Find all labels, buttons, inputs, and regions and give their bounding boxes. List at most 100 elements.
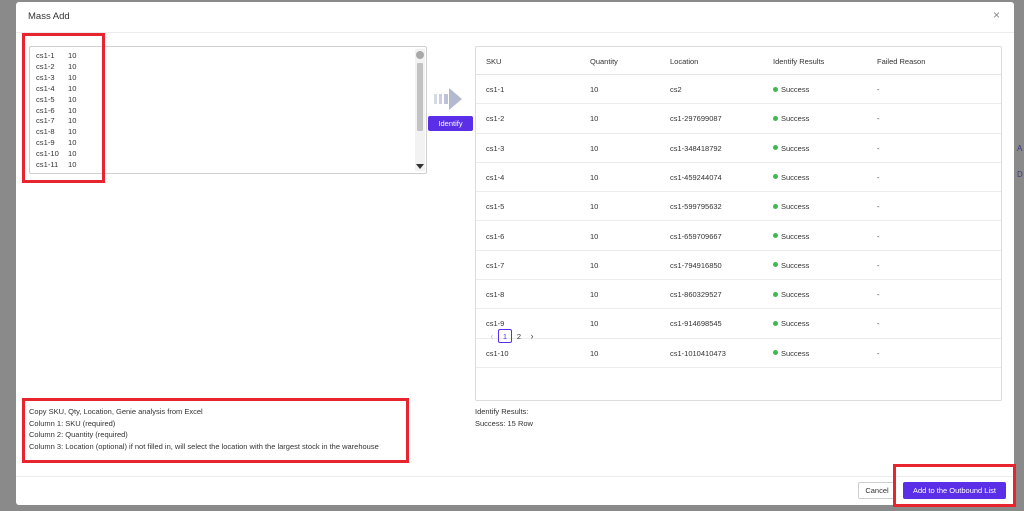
cancel-button[interactable]: Cancel bbox=[858, 482, 896, 499]
table-row: cs1-6 10 cs1-659709667 Success - bbox=[476, 222, 1001, 251]
cell-failed-reason: - bbox=[877, 319, 880, 329]
cell-identify-result: Success bbox=[773, 349, 809, 358]
cell-sku: cs1-10 bbox=[486, 348, 509, 358]
cell-failed-reason: - bbox=[877, 85, 880, 94]
header-divider bbox=[16, 32, 1014, 33]
cell-sku: cs1-8 bbox=[486, 290, 505, 300]
cell-identify-result: Success bbox=[773, 202, 809, 211]
next-page-icon[interactable]: › bbox=[526, 331, 538, 341]
success-dot-icon bbox=[773, 291, 778, 297]
cell-identify-result: Success bbox=[773, 114, 809, 123]
table-row: cs1-3 10 cs1-348418792 Success - bbox=[476, 134, 1001, 163]
cell-location: cs1-860329527 bbox=[670, 290, 722, 300]
results-summary-label: Identify Results: bbox=[475, 407, 529, 416]
cell-failed-reason: - bbox=[877, 290, 880, 300]
result-text: Success bbox=[781, 290, 810, 300]
cell-identify-result: Success bbox=[773, 173, 809, 182]
cell-quantity: 10 bbox=[590, 260, 599, 270]
success-dot-icon bbox=[773, 174, 778, 180]
cell-identify-result: Success bbox=[773, 319, 809, 328]
result-text: Success bbox=[781, 319, 810, 329]
table-row: cs1-2 10 cs1-297699087 Success - bbox=[476, 104, 1001, 134]
result-text: Success bbox=[781, 114, 810, 124]
page-number[interactable]: 2 bbox=[512, 329, 526, 343]
cell-quantity: 10 bbox=[590, 231, 599, 241]
result-text: Success bbox=[781, 260, 810, 270]
cell-failed-reason: - bbox=[877, 114, 880, 124]
cell-sku: cs1-9 bbox=[486, 319, 505, 329]
highlight-box-add-button bbox=[893, 464, 1016, 507]
cell-sku: cs1-7 bbox=[486, 260, 505, 270]
success-dot-icon bbox=[773, 86, 778, 92]
cell-quantity: 10 bbox=[590, 319, 599, 329]
cell-quantity: 10 bbox=[590, 143, 599, 153]
cell-sku: cs1-1 bbox=[486, 85, 505, 94]
scroll-thumb[interactable] bbox=[417, 63, 423, 131]
column-header-quantity: Quantity bbox=[590, 57, 618, 66]
cell-failed-reason: - bbox=[877, 260, 880, 270]
result-text: Success bbox=[781, 143, 810, 153]
cell-location: cs1-348418792 bbox=[670, 143, 722, 153]
success-dot-icon bbox=[773, 262, 778, 268]
cell-sku: cs1-6 bbox=[486, 231, 505, 241]
table-row: cs1-5 10 cs1-599795632 Success - bbox=[476, 192, 1001, 222]
cell-identify-result: Success bbox=[773, 261, 809, 270]
cell-location: cs1-459244074 bbox=[670, 172, 722, 182]
table-header: SKU Quantity Location Identify Results F… bbox=[476, 47, 1001, 75]
modal-title: Mass Add bbox=[28, 11, 70, 22]
cell-failed-reason: - bbox=[877, 348, 880, 358]
cell-location: cs1-297699087 bbox=[670, 114, 722, 124]
result-text: Success bbox=[781, 85, 810, 94]
results-summary-success: Success: 15 Row bbox=[475, 418, 533, 428]
cell-quantity: 10 bbox=[590, 202, 599, 212]
close-icon[interactable]: × bbox=[993, 9, 1000, 21]
success-dot-icon bbox=[773, 320, 778, 326]
arrow-right-icon bbox=[434, 88, 462, 110]
cell-location: cs1-659709667 bbox=[670, 231, 722, 241]
prev-page-icon[interactable]: ‹ bbox=[486, 331, 498, 341]
column-header-identify-results: Identify Results bbox=[773, 57, 825, 66]
cell-failed-reason: - bbox=[877, 202, 880, 212]
cell-sku: cs1-4 bbox=[486, 172, 505, 182]
success-dot-icon bbox=[773, 115, 778, 121]
cell-location: cs1-1010410473 bbox=[670, 348, 726, 358]
column-header-failed-reason: Failed Reason bbox=[877, 57, 926, 66]
cell-failed-reason: - bbox=[877, 231, 880, 241]
scroll-down-icon[interactable] bbox=[416, 164, 424, 169]
result-text: Success bbox=[781, 172, 810, 182]
column-header-location: Location bbox=[670, 57, 699, 66]
result-text: Success bbox=[781, 202, 810, 212]
highlight-box-instructions bbox=[22, 398, 409, 463]
cell-sku: cs1-3 bbox=[486, 143, 505, 153]
cell-quantity: 10 bbox=[590, 114, 599, 124]
result-text: Success bbox=[781, 231, 810, 241]
results-table: SKU Quantity Location Identify Results F… bbox=[475, 46, 1002, 401]
cell-quantity: 10 bbox=[590, 172, 599, 182]
cell-failed-reason: - bbox=[877, 143, 880, 153]
background-link-fragment[interactable]: D bbox=[1017, 170, 1023, 179]
background-fragment: A bbox=[1017, 144, 1023, 153]
scroll-up-icon[interactable] bbox=[416, 51, 424, 59]
success-dot-icon bbox=[773, 203, 778, 209]
cell-failed-reason: - bbox=[877, 172, 880, 182]
identify-button[interactable]: Identify bbox=[428, 116, 473, 131]
cell-location: cs1-599795632 bbox=[670, 202, 722, 212]
table-row: cs1-4 10 cs1-459244074 Success - bbox=[476, 163, 1001, 193]
cell-identify-result: Success bbox=[773, 290, 809, 299]
column-header-sku: SKU bbox=[486, 57, 502, 66]
textarea-scrollbar[interactable] bbox=[415, 49, 425, 171]
cell-location: cs1-914698545 bbox=[670, 319, 722, 329]
pagination: ‹ 1 2 › bbox=[486, 329, 538, 343]
cell-sku: cs1-5 bbox=[486, 202, 505, 212]
page-number[interactable]: 1 bbox=[498, 329, 512, 343]
cell-quantity: 10 bbox=[590, 348, 599, 358]
table-row: cs1-7 10 cs1-794916850 Success - bbox=[476, 251, 1001, 281]
cell-identify-result: Success bbox=[773, 232, 809, 241]
result-text: Success bbox=[781, 348, 810, 358]
cell-location: cs2 bbox=[670, 85, 682, 94]
table-row: cs1-8 10 cs1-860329527 Success - bbox=[476, 280, 1001, 310]
success-dot-icon bbox=[773, 233, 778, 238]
footer-divider bbox=[16, 476, 1014, 477]
highlight-box-textarea bbox=[22, 33, 105, 183]
cell-quantity: 10 bbox=[590, 290, 599, 300]
